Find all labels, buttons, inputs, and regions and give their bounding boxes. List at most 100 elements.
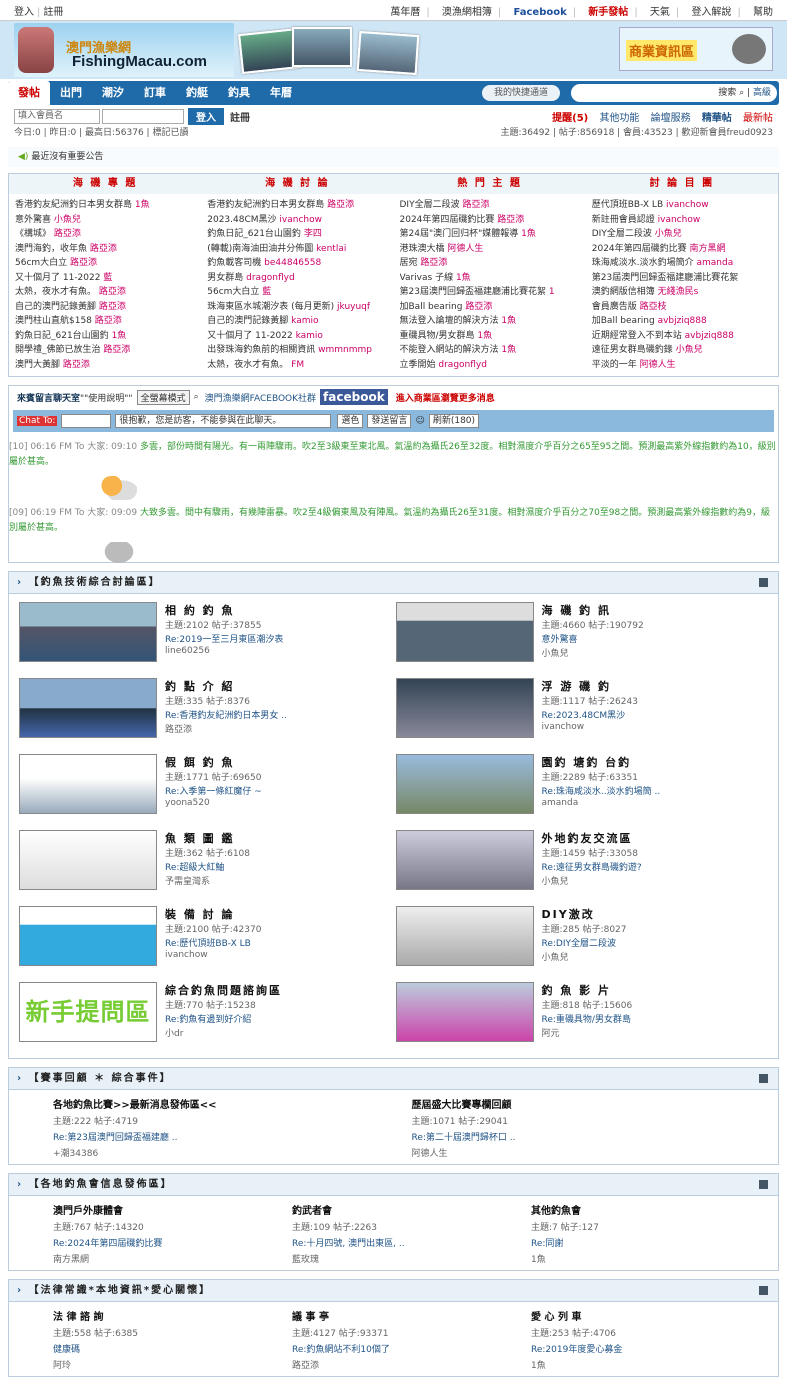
forum-name[interactable]: 假 餌 釣 魚	[165, 754, 235, 770]
topic-author[interactable]: avbjziq888	[658, 316, 707, 326]
topic-author[interactable]: 路亞添	[465, 302, 492, 312]
forum-thumbnail[interactable]	[395, 982, 534, 1042]
topic-title[interactable]: 珠海東區水城潮汐表 (每月更新)	[207, 302, 334, 312]
topic-title[interactable]: Varivas 子線	[400, 273, 454, 283]
nav-item[interactable]: 年曆	[260, 81, 302, 105]
forum-item[interactable]: 其他釣魚會 主題:7 帖子:127 Re:同謝 1魚	[531, 1200, 770, 1265]
topic-title[interactable]: 又十個月了 11-2022	[207, 331, 292, 341]
forum-thumbnail[interactable]	[19, 602, 157, 662]
topic-title[interactable]: 釣魚日記_621台山園釣	[207, 229, 301, 239]
login-button[interactable]: 登入	[188, 107, 224, 125]
topic-title[interactable]: 56cm大白立	[15, 258, 67, 268]
topic-link[interactable]: 澳門柱山直航$158 路亞添	[15, 314, 195, 329]
topic-title[interactable]: 《構城》	[15, 229, 51, 239]
topic-author[interactable]: avbjziq888	[685, 331, 734, 341]
forum-name[interactable]: 綜合釣魚問題諮詢區	[165, 982, 282, 998]
forum-item[interactable]: 愛 心 列 車主題:253 帖子:4706 Re:2019年度愛心募金 1魚	[531, 1306, 770, 1371]
forum-thumbnail[interactable]	[19, 754, 157, 814]
topic-link[interactable]: 出發珠海釣魚前的相關資訊 wmmnmmp	[207, 343, 387, 358]
section-header[interactable]: › 【各地釣魚會信息發佈區】	[9, 1174, 778, 1196]
last-post-link[interactable]: Re:第二十屆澳門歸杯口 ..	[412, 1130, 771, 1143]
top-link[interactable]: 澳漁網相簿	[442, 7, 492, 18]
topic-title[interactable]: 平淡的一年	[592, 360, 637, 370]
topic-link[interactable]: Varivas 子線 1魚	[400, 271, 580, 286]
topic-link[interactable]: (轉載)南海油田油井分佈圖 kentlai	[207, 242, 387, 257]
topic-author[interactable]: 路亞添	[95, 316, 122, 326]
topic-link[interactable]: 開學禮_佛節已放生治 路亞添	[15, 343, 195, 358]
last-post-link[interactable]: Re:珠海咸淡水..淡水釣場簡 ..	[542, 784, 661, 797]
topic-author[interactable]: 路亞添	[70, 258, 97, 268]
topic-link[interactable]: 澳釣網版信相簿 无綫漁民s	[592, 285, 772, 300]
login-link[interactable]: 登入	[14, 7, 34, 18]
topic-author[interactable]: 1魚	[112, 331, 127, 341]
chat-help-link[interactable]: ""使用說明""	[80, 391, 133, 404]
top-link[interactable]: 新手發帖	[588, 7, 628, 18]
last-post-link[interactable]: Re:第23屆澳門回歸盃福建廳 ..	[53, 1130, 412, 1143]
topic-title[interactable]: 重磯具物/男女群島	[400, 331, 475, 341]
collapse-icon[interactable]	[759, 1286, 768, 1295]
topic-title[interactable]: 香港釣友紀洲釣日本男女群島	[207, 200, 324, 210]
send-button[interactable]: 發送留言	[367, 414, 412, 428]
topic-author[interactable]: 1	[549, 287, 555, 297]
last-post-link[interactable]: Re:2024年第四屆磯釣比賽	[53, 1236, 292, 1249]
nav-post[interactable]: 發帖	[8, 81, 50, 105]
topic-link[interactable]: 意外驚喜 小魚兒	[15, 213, 195, 228]
section-header[interactable]: › 【釣魚技術綜合討論區】	[9, 572, 778, 594]
topic-link[interactable]: 香港釣友紀洲釣日本男女群島 1魚	[15, 198, 195, 213]
topic-author[interactable]: 路亞枝	[640, 302, 667, 312]
topic-title[interactable]: 又十個月了 11-2022	[15, 273, 100, 283]
section-header[interactable]: › 【賽事回顧 ＊ 綜合事件】	[9, 1068, 778, 1090]
topic-author[interactable]: 阿德人生	[640, 360, 676, 370]
topic-author[interactable]: 藍	[103, 273, 112, 283]
topic-title[interactable]: 近期經常登入不到本站	[592, 331, 682, 341]
topic-title[interactable]: 無法登入論壇的解決方法	[400, 316, 499, 326]
other-features-link[interactable]: 其他功能	[599, 113, 639, 124]
topic-title[interactable]: 太熱，夜水才有魚。	[207, 360, 288, 370]
collapse-icon[interactable]	[759, 578, 768, 587]
forum-card[interactable]: 相 約 釣 魚主題:2102 帖子:37855 Re:2019一至三月東區潮汐表 l…	[17, 598, 394, 674]
topic-link[interactable]: 自己的澳門記錄黃腳 路亞添	[15, 300, 195, 315]
topic-title[interactable]: 新註冊會員認證	[592, 215, 655, 225]
topic-link[interactable]: 珠海咸淡水.淡水釣場簡介 amanda	[592, 256, 772, 271]
topic-author[interactable]: 1魚	[521, 229, 536, 239]
topic-link[interactable]: 重磯具物/男女群島 1魚	[400, 329, 580, 344]
forum-services-link[interactable]: 論壇服務	[651, 113, 691, 124]
reminder-link[interactable]: 提醒(5)	[552, 113, 588, 124]
topic-title[interactable]: 歷代頂班BB-X LB	[592, 200, 663, 210]
topic-author[interactable]: 路亞添	[54, 229, 81, 239]
topic-title[interactable]: 居宛	[400, 258, 418, 268]
topic-link[interactable]: DIY全層二段波 路亞添	[400, 198, 580, 213]
topic-title[interactable]: 意外驚喜	[15, 215, 51, 225]
search-button[interactable]: 搜索	[718, 88, 736, 98]
topic-link[interactable]: 又十個月了 11-2022 藍	[15, 271, 195, 286]
last-post-link[interactable]: 健康碼	[53, 1342, 292, 1355]
forum-card[interactable]: 海 磯 釣 訊主題:4660 帖子:190792 意外驚喜 小魚兒	[394, 598, 771, 674]
nav-item[interactable]: 潮汐	[92, 81, 134, 105]
forum-card[interactable]: 外地釣友交流區 主題:1459 帖子:33058 Re:遠征男女群島磯釣遊? 小魚兒	[394, 826, 771, 902]
topic-author[interactable]: 小魚兒	[54, 215, 81, 225]
topic-title[interactable]: 澳釣網版信相簿	[592, 287, 655, 297]
topic-link[interactable]: 澳門海釣，收年魚 路亞添	[15, 242, 195, 257]
topic-author[interactable]: amanda	[697, 258, 734, 268]
topic-title[interactable]: 開學禮_佛節已放生治	[15, 345, 101, 355]
search-input[interactable]: 搜索 ⌕ | 高級	[571, 84, 777, 102]
topic-link[interactable]: 港珠澳大橋 阿德人生	[400, 242, 580, 257]
top-link[interactable]: 幫助	[753, 7, 773, 18]
topic-author[interactable]: jkuyuqf	[337, 302, 370, 312]
topic-title[interactable]: 珠海咸淡水.淡水釣場簡介	[592, 258, 694, 268]
forum-thumbnail[interactable]	[395, 906, 534, 966]
topic-author[interactable]: 路亞添	[103, 345, 130, 355]
forum-item[interactable]: 釣武者會 主題:109 帖子:2263 Re:十月四號, 澳門出東區, .. 藍玫瑰	[292, 1200, 531, 1265]
topic-link[interactable]: 遠征男女群島磯釣錄 小魚兒	[592, 343, 772, 358]
forum-item[interactable]: 歷屆盛大比賽專欄回顧 主題:1071 帖子:29041 Re:第二十屆澳門歸杯口 .…	[412, 1094, 771, 1159]
topic-title[interactable]: 自己的澳門記錄黃腳	[15, 302, 96, 312]
topic-link[interactable]: DIY全層二段波 小魚兒	[592, 227, 772, 242]
topic-link[interactable]: 自己的澳門記錄黃腳 kamio	[207, 314, 387, 329]
last-post-link[interactable]: Re:釣魚有邊到好介紹	[165, 1012, 251, 1025]
topic-link[interactable]: 2024年第四屆磯釣比賽 路亞添	[400, 213, 580, 228]
topic-author[interactable]: 路亞添	[99, 302, 126, 312]
topic-title[interactable]: 遠征男女群島磯釣錄	[592, 345, 673, 355]
forum-card[interactable]: DIY激改 主題:285 帖子:8027 Re:DIY全層二段波 小魚兒	[394, 902, 771, 978]
topic-title[interactable]: 2024年第四屆磯釣比賽	[400, 215, 495, 225]
forum-thumbnail[interactable]	[395, 830, 534, 890]
